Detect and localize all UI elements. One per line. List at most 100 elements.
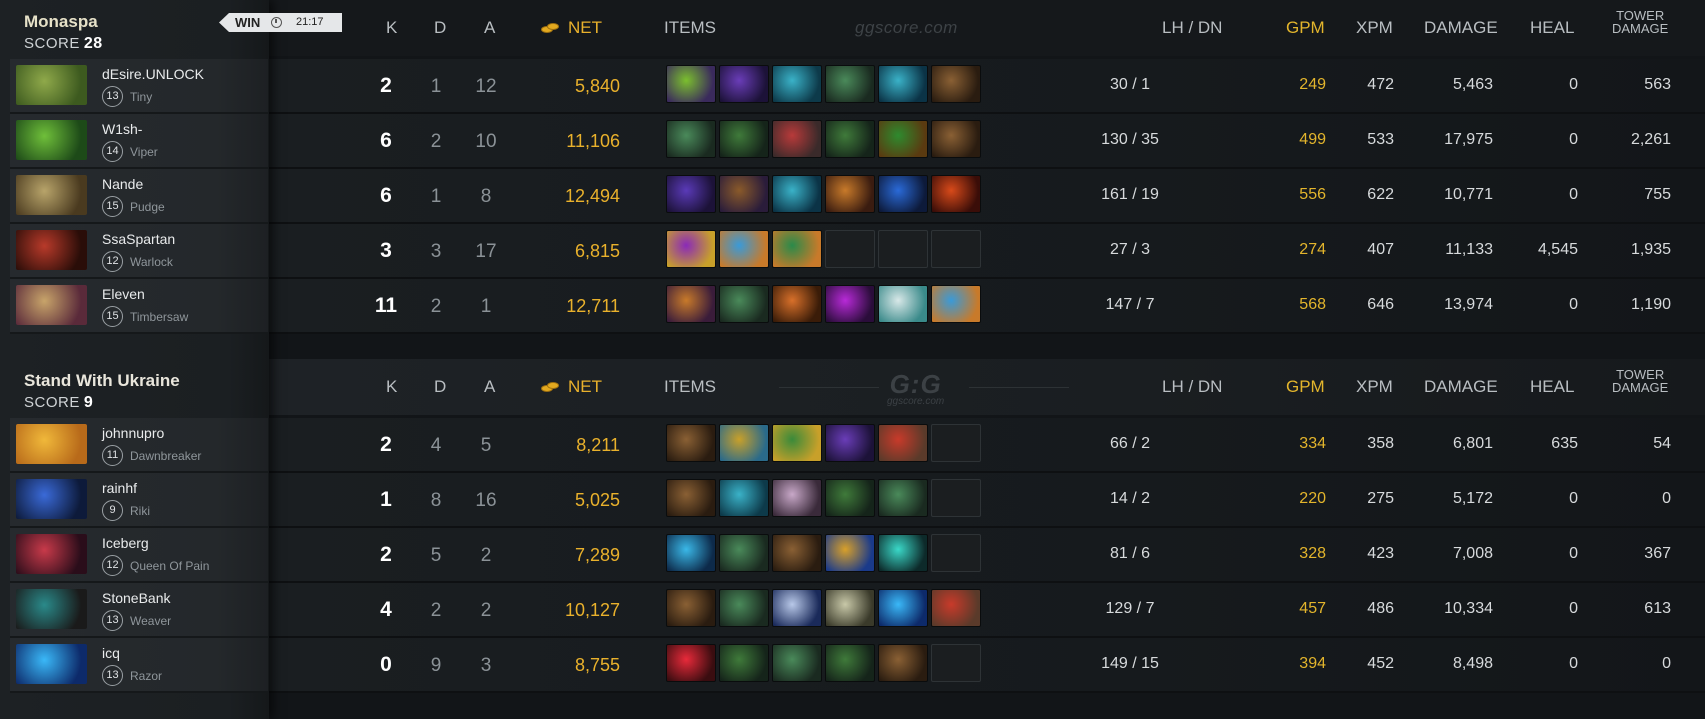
hero-portrait[interactable] (16, 589, 87, 629)
item-icon[interactable] (772, 285, 822, 323)
hero-portrait[interactable] (16, 65, 87, 105)
item-icon[interactable] (825, 65, 875, 103)
net-worth-header[interactable]: NET (568, 18, 602, 38)
item-icon[interactable] (878, 534, 928, 572)
player-name[interactable]: Eleven (102, 286, 145, 302)
hero-portrait[interactable] (16, 285, 87, 325)
empty-item-slot[interactable] (931, 644, 981, 682)
damage-header[interactable]: DAMAGE (1424, 18, 1498, 38)
gpm-header[interactable]: GPM (1286, 377, 1325, 397)
item-icon[interactable] (719, 175, 769, 213)
item-icon[interactable] (825, 589, 875, 627)
player-name[interactable]: SsaSpartan (102, 231, 175, 247)
item-icon[interactable] (825, 285, 875, 323)
item-icon[interactable] (772, 175, 822, 213)
item-icon[interactable] (772, 65, 822, 103)
player-name[interactable]: icq (102, 645, 120, 661)
item-icon[interactable] (772, 479, 822, 517)
empty-item-slot[interactable] (931, 479, 981, 517)
gpm-header[interactable]: GPM (1286, 18, 1325, 38)
item-icon[interactable] (719, 120, 769, 158)
item-icon[interactable] (772, 644, 822, 682)
item-icon[interactable] (878, 120, 928, 158)
item-icon[interactable] (666, 644, 716, 682)
item-icon[interactable] (666, 120, 716, 158)
player-name[interactable]: StoneBank (102, 590, 171, 606)
item-icon[interactable] (825, 120, 875, 158)
player-name[interactable]: W1sh- (102, 121, 142, 137)
empty-item-slot[interactable] (931, 424, 981, 462)
items-header[interactable]: ITEMS (664, 18, 716, 38)
item-icon[interactable] (825, 644, 875, 682)
player-card[interactable]: Iceberg 12 Queen Of Pain (10, 528, 268, 583)
deaths-header[interactable]: D (434, 18, 446, 38)
empty-item-slot[interactable] (931, 230, 981, 268)
item-icon[interactable] (878, 175, 928, 213)
player-card[interactable]: rainhf 9 Riki (10, 473, 268, 528)
lh-dn-header[interactable]: LH / DN (1162, 18, 1222, 38)
item-icon[interactable] (719, 230, 769, 268)
empty-item-slot[interactable] (825, 230, 875, 268)
player-card[interactable]: W1sh- 14 Viper (10, 114, 268, 169)
hero-portrait[interactable] (16, 120, 87, 160)
heal-header[interactable]: HEAL (1530, 377, 1574, 397)
item-icon[interactable] (666, 589, 716, 627)
item-icon[interactable] (719, 644, 769, 682)
item-icon[interactable] (878, 479, 928, 517)
item-icon[interactable] (666, 534, 716, 572)
item-icon[interactable] (931, 589, 981, 627)
player-card[interactable]: StoneBank 13 Weaver (10, 583, 268, 638)
player-card[interactable]: Nande 15 Pudge (10, 169, 268, 224)
item-icon[interactable] (666, 285, 716, 323)
item-icon[interactable] (878, 65, 928, 103)
kills-header[interactable]: K (386, 377, 397, 397)
lh-dn-header[interactable]: LH / DN (1162, 377, 1222, 397)
deaths-header[interactable]: D (434, 377, 446, 397)
item-icon[interactable] (931, 175, 981, 213)
item-icon[interactable] (878, 285, 928, 323)
item-icon[interactable] (772, 424, 822, 462)
item-icon[interactable] (878, 589, 928, 627)
tower-damage-header[interactable]: TOWER DAMAGE (1612, 9, 1668, 35)
item-icon[interactable] (719, 285, 769, 323)
item-icon[interactable] (772, 589, 822, 627)
xpm-header[interactable]: XPM (1356, 18, 1393, 38)
item-icon[interactable] (931, 65, 981, 103)
player-card[interactable]: icq 13 Razor (10, 638, 268, 693)
player-name[interactable]: rainhf (102, 480, 137, 496)
item-icon[interactable] (825, 175, 875, 213)
player-name[interactable]: Nande (102, 176, 143, 192)
item-icon[interactable] (719, 479, 769, 517)
item-icon[interactable] (666, 230, 716, 268)
hero-portrait[interactable] (16, 175, 87, 215)
player-card[interactable]: Eleven 15 Timbersaw (10, 279, 268, 334)
tower-damage-header[interactable]: TOWER DAMAGE (1612, 368, 1668, 394)
item-icon[interactable] (772, 120, 822, 158)
item-icon[interactable] (666, 424, 716, 462)
item-icon[interactable] (878, 424, 928, 462)
empty-item-slot[interactable] (931, 534, 981, 572)
damage-header[interactable]: DAMAGE (1424, 377, 1498, 397)
player-name[interactable]: johnnupro (102, 425, 164, 441)
hero-portrait[interactable] (16, 534, 87, 574)
kills-header[interactable]: K (386, 18, 397, 38)
item-icon[interactable] (666, 479, 716, 517)
empty-item-slot[interactable] (878, 230, 928, 268)
item-icon[interactable] (719, 534, 769, 572)
player-name[interactable]: dEsire.UNLOCK (102, 66, 204, 82)
net-worth-header[interactable]: NET (568, 377, 602, 397)
xpm-header[interactable]: XPM (1356, 377, 1393, 397)
player-card[interactable]: dEsire.UNLOCK 13 Tiny (10, 59, 268, 114)
item-icon[interactable] (719, 424, 769, 462)
item-icon[interactable] (666, 65, 716, 103)
team-name[interactable]: Monaspa (24, 12, 98, 32)
heal-header[interactable]: HEAL (1530, 18, 1574, 38)
item-icon[interactable] (825, 534, 875, 572)
item-icon[interactable] (719, 65, 769, 103)
item-icon[interactable] (719, 589, 769, 627)
item-icon[interactable] (666, 175, 716, 213)
item-icon[interactable] (825, 479, 875, 517)
hero-portrait[interactable] (16, 644, 87, 684)
team-name[interactable]: Stand With Ukraine (24, 371, 180, 391)
hero-portrait[interactable] (16, 424, 87, 464)
